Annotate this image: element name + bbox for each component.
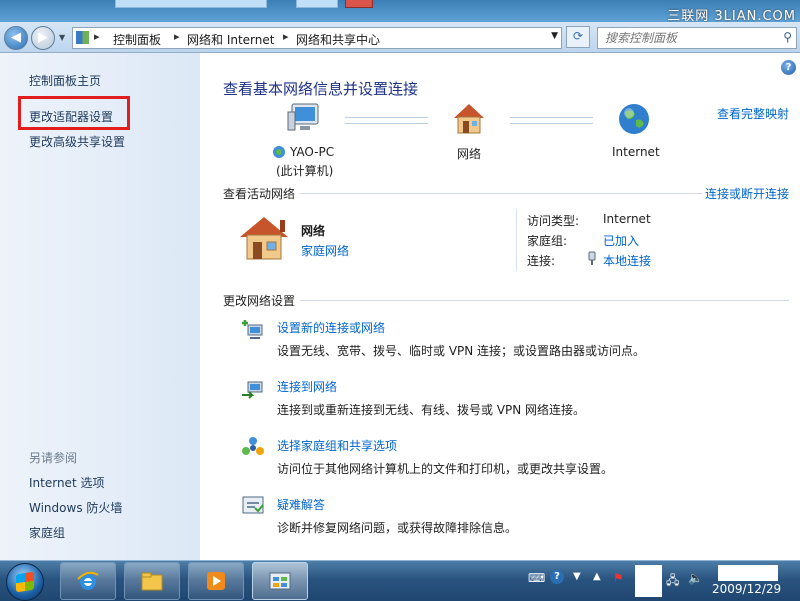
homegroup-label: 家庭组: [527, 232, 567, 249]
internet-explorer-icon [76, 569, 100, 593]
search-input[interactable] [603, 30, 775, 46]
connection-label: 连接: [527, 252, 555, 269]
title-tab-glow [115, 0, 267, 8]
breadcrumb-control-panel[interactable]: 控制面板 [113, 31, 161, 48]
local-connection-link[interactable]: 本地连接 [603, 252, 651, 269]
map-connection-line [345, 117, 428, 124]
network-tray-icon[interactable]: 🖧 [666, 571, 679, 592]
breadcrumb-separator-icon[interactable]: ▸ [174, 30, 180, 43]
task-setup-new-connection-desc: 设置无线、宽带、拨号、临时或 VPN 连接；或设置路由器或访问点。 [277, 342, 645, 359]
nav-link-internet-options[interactable]: Internet 选项 [29, 474, 104, 491]
view-full-map-link[interactable]: 查看完整映射 [717, 105, 789, 122]
control-panel-window-icon [268, 569, 292, 593]
task-troubleshoot-link[interactable]: 疑难解答 [277, 496, 325, 513]
obscured-clock-time [718, 565, 778, 581]
taskbar-media-player[interactable] [188, 562, 244, 600]
homegroup-icon [241, 435, 265, 459]
help-icon[interactable]: ? [781, 60, 796, 75]
windows-logo-icon [16, 572, 34, 593]
nav-link-control-panel-home[interactable]: 控制面板主页 [29, 72, 101, 89]
ethernet-plug-icon [587, 251, 597, 265]
section-divider [300, 193, 702, 194]
volume-icon[interactable]: 🔈 [688, 571, 703, 585]
recent-pages-dropdown-icon[interactable]: ▼ [59, 33, 65, 42]
breadcrumb-separator-icon[interactable]: ▸ [94, 30, 100, 43]
address-toolbar: ◀ ▶ ▼ ▸ 控制面板 ▸ 网络和 Internet ▸ 网络和共享中心 ▼ … [0, 22, 800, 53]
red-highlight-box [18, 96, 130, 130]
forward-button[interactable]: ▶ [31, 26, 55, 50]
task-homegroup-sharing-link[interactable]: 选择家庭组和共享选项 [277, 437, 397, 454]
refresh-button[interactable]: ⟳ [566, 26, 590, 48]
access-type-label: 访问类型: [527, 212, 579, 229]
internet-node-label: Internet [612, 145, 660, 159]
nav-link-advanced-sharing-settings[interactable]: 更改高级共享设置 [29, 133, 125, 150]
network-node-label: 网络 [457, 145, 481, 162]
map-connection-line [510, 117, 593, 124]
nav-link-windows-firewall[interactable]: Windows 防火墙 [29, 499, 122, 516]
clock-date[interactable]: 2009/12/29 [712, 582, 781, 596]
control-panel-icon [76, 31, 89, 44]
troubleshoot-icon [241, 494, 265, 518]
active-network-name: 网络 [301, 222, 325, 239]
search-icon[interactable]: ⚲ [783, 30, 792, 44]
access-type-value: Internet [603, 212, 651, 226]
vertical-divider [516, 209, 517, 271]
computer-name-label: YAO-PC [290, 145, 334, 159]
task-troubleshoot-desc: 诊断并修复网络问题，或获得故障排除信息。 [277, 519, 517, 536]
network-status-icon [272, 145, 288, 159]
obscured-tray-area [635, 565, 662, 597]
section-divider [300, 300, 789, 301]
keyboard-icon[interactable]: ⌨ [528, 571, 545, 585]
active-networks-heading: 查看活动网络 [223, 185, 295, 202]
internet-globe-icon [617, 102, 651, 136]
address-box[interactable]: ▸ 控制面板 ▸ 网络和 Internet ▸ 网络和共享中心 ▼ [72, 27, 562, 49]
task-setup-new-connection-link[interactable]: 设置新的连接或网络 [277, 319, 385, 336]
task-connect-to-network-link[interactable]: 连接到网络 [277, 378, 337, 395]
connect-network-icon [241, 376, 265, 400]
network-type-link[interactable]: 家庭网络 [301, 242, 349, 259]
taskbar-control-panel[interactable] [252, 562, 308, 600]
change-settings-heading: 更改网络设置 [223, 292, 295, 309]
show-hidden-icons-icon[interactable]: ▲ [593, 571, 601, 582]
minimize-button[interactable] [296, 0, 338, 8]
task-homegroup-sharing-desc: 访问位于其他网络计算机上的文件和打印机，或更改共享设置。 [277, 460, 613, 477]
search-box[interactable]: ⚲ [597, 27, 797, 49]
homegroup-joined-link[interactable]: 已加入 [603, 232, 639, 249]
help-tray-icon[interactable]: ? [550, 570, 564, 584]
breadcrumb-network-internet[interactable]: 网络和 Internet [187, 31, 274, 48]
task-connect-to-network-desc: 连接到或重新连接到无线、有线、拨号或 VPN 网络连接。 [277, 401, 585, 418]
home-network-icon [240, 215, 292, 261]
taskbar [0, 560, 800, 601]
taskbar-internet-explorer[interactable] [60, 562, 116, 600]
action-center-flag-icon[interactable]: ⚑ [613, 571, 624, 585]
new-connection-icon [241, 317, 265, 341]
network-house-icon [452, 102, 486, 136]
see-also-heading: 另请参阅 [29, 449, 77, 466]
breadcrumb-separator-icon[interactable]: ▸ [283, 30, 289, 43]
taskbar-windows-explorer[interactable] [124, 562, 180, 600]
folder-icon [140, 569, 164, 593]
start-button[interactable] [6, 563, 44, 601]
nav-link-homegroup[interactable]: 家庭组 [29, 524, 65, 541]
breadcrumb-network-sharing-center[interactable]: 网络和共享中心 [296, 31, 380, 48]
back-button[interactable]: ◀ [4, 26, 28, 50]
close-button[interactable] [345, 0, 373, 8]
page-title: 查看基本网络信息并设置连接 [223, 78, 418, 99]
address-history-dropdown-icon[interactable]: ▼ [551, 31, 558, 41]
tray-dropdown-icon[interactable]: ▼ [573, 571, 581, 582]
computer-icon [286, 102, 322, 136]
media-player-icon [204, 569, 228, 593]
this-computer-label: (此计算机) [276, 162, 333, 179]
connect-disconnect-link[interactable]: 连接或断开连接 [705, 185, 789, 202]
